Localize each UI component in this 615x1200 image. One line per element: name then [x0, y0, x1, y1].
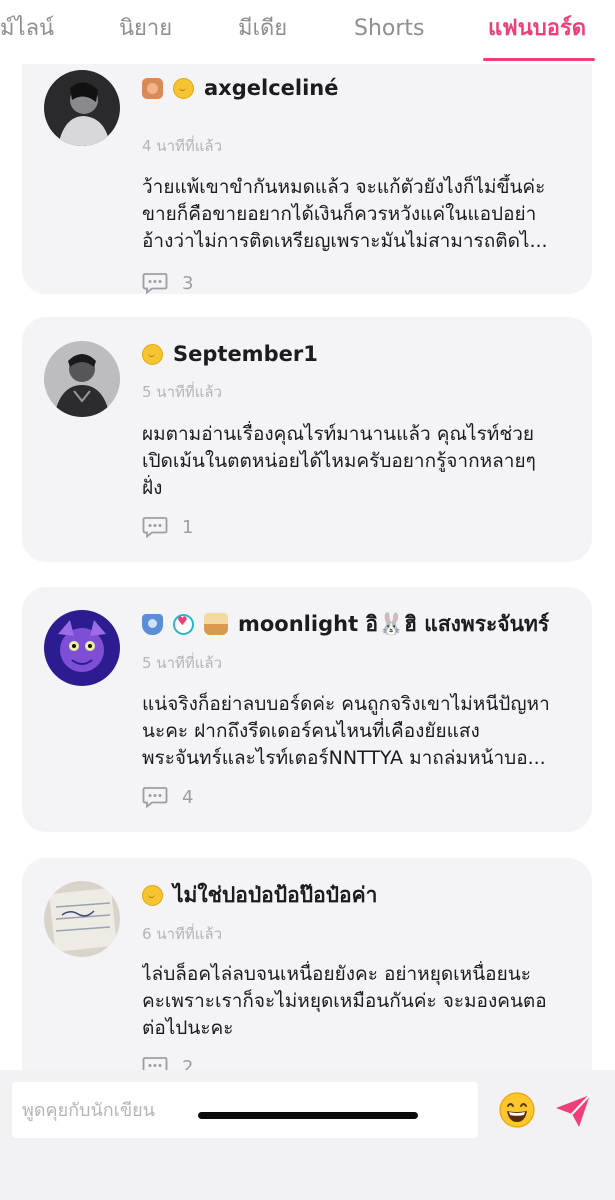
reply-count: 3 [182, 272, 194, 294]
comment-header: axgelceliné [142, 72, 338, 104]
comment-line: ว้ายแพ้เขาขำกันหมดแล้ว จะแก้ตัวยังไงก็ไม… [142, 176, 546, 198]
reply-count: 4 [182, 786, 194, 808]
reply-count: 2 [182, 1056, 194, 1071]
comment-line: อ้างว่าไม่การติดเหรียญเพราะมันไม่สามารถต… [142, 230, 548, 252]
avatar-photo-icon [44, 70, 120, 146]
comment-header: ไม่ใช่ปอป่อป้อป๊อป๋อค่า [142, 879, 377, 911]
username[interactable]: ไม่ใช่ปอป่อป้อป๊อป๋อค่า [173, 879, 377, 912]
reply-button[interactable]: 1 [142, 514, 193, 540]
comment-card[interactable]: ไม่ใช่ปอป่อป้อป๊อป๋อค่า 6 นาทีที่แล้ว ไล… [22, 858, 592, 1070]
timestamp: 5 นาทีที่แล้ว [142, 654, 223, 672]
active-tab-indicator [483, 58, 595, 61]
gold-coin-icon [142, 884, 163, 906]
username[interactable]: moonlight อิ🐰ฮิ แสงพระจันทร์ [238, 608, 549, 641]
home-indicator [198, 1112, 418, 1119]
tab-novels[interactable]: นิยาย [119, 14, 172, 44]
timestamp: 6 นาทีที่แล้ว [142, 925, 223, 943]
tab-bar: ม์ไลน์ นิยาย มีเดีย Shorts แฟนบอร์ด [0, 0, 615, 64]
tab-fanboard[interactable]: แฟนบอร์ด [488, 14, 586, 44]
comment-line: ผมตามอ่านเรื่องคุณไรท์มานานแล้ว คุณไรท์ช… [142, 423, 535, 445]
comment-text[interactable]: ว้ายแพ้เขาขำกันหมดแล้ว จะแก้ตัวยังไงก็ไม… [142, 174, 570, 255]
avatar[interactable] [44, 70, 120, 146]
fanboard-feed[interactable]: axgelceliné 4 นาทีที่แล้ว ว้ายแพ้เขาขำกั… [0, 64, 615, 1070]
grinning-face-icon[interactable] [498, 1091, 536, 1129]
username[interactable]: September1 [173, 342, 318, 366]
avatar[interactable] [44, 881, 120, 957]
comment-card[interactable]: September1 5 นาทีที่แล้ว ผมตามอ่านเรื่อง… [22, 317, 592, 562]
chat-input-bar [0, 1070, 615, 1200]
gold-coin-icon [173, 77, 194, 99]
comment-header: moonlight อิ🐰ฮิ แสงพระจันทร์ [142, 608, 549, 640]
chat-input[interactable] [12, 1082, 478, 1138]
tab-media[interactable]: มีเดีย [238, 14, 287, 44]
comment-header: September1 [142, 338, 318, 370]
comment-bubble-icon [142, 1057, 168, 1070]
comment-line: ฝั่ง [142, 477, 163, 499]
reply-count: 1 [182, 516, 194, 538]
avatar-photo-icon [44, 341, 120, 417]
bronze-medal-icon [142, 77, 163, 99]
timestamp: 4 นาทีที่แล้ว [142, 137, 223, 155]
reply-button[interactable]: 4 [142, 784, 193, 810]
heart-badge-icon [173, 613, 194, 635]
comment-text[interactable]: ไล่บล็อคไล่ลบจนเหนื่อยยังคะ อย่าหยุดเหนื… [142, 961, 570, 1042]
comment-text[interactable]: ผมตามอ่านเรื่องคุณไรท์มานานแล้ว คุณไรท์ช… [142, 421, 570, 502]
comment-card[interactable]: axgelceliné 4 นาทีที่แล้ว ว้ายแพ้เขาขำกั… [22, 64, 592, 294]
comment-line: พระจันทร์และไรท์เตอร์NNTTYA มาถล่มหน้าบอ… [142, 747, 546, 769]
reply-button[interactable]: 3 [142, 270, 193, 296]
comment-bubble-icon [142, 787, 168, 808]
gold-coin-icon [142, 343, 163, 365]
comment-line: นะคะ ฝากถึงรีดเดอร์คนไหนที่เคืองยัยแสง [142, 720, 480, 742]
comment-bubble-icon [142, 273, 168, 294]
avatar-photo-icon [44, 881, 120, 957]
avatar[interactable] [44, 610, 120, 686]
cupcake-badge-icon [204, 613, 228, 635]
shield-badge-icon [142, 613, 163, 635]
comment-card[interactable]: moonlight อิ🐰ฮิ แสงพระจันทร์ 5 นาทีที่แล… [22, 587, 592, 832]
comment-line: แน่จริงก็อย่าลบบอร์ดค่ะ คนถูกจริงเขาไม่ห… [142, 693, 550, 715]
username[interactable]: axgelceliné [204, 76, 338, 100]
comment-text[interactable]: แน่จริงก็อย่าลบบอร์ดค่ะ คนถูกจริงเขาไม่ห… [142, 691, 570, 772]
paper-plane-send-icon[interactable] [553, 1092, 593, 1130]
timestamp: 5 นาทีที่แล้ว [142, 383, 223, 401]
comment-line: ไล่บล็อคไล่ลบจนเหนื่อยยังคะ อย่าหยุดเหนื… [142, 963, 531, 985]
comment-line: ต่อไปนะคะ [142, 1017, 234, 1039]
comment-line: เปิดเม้นในตตหน่อยได้ไหมครับอยากรู้จากหลา… [142, 450, 536, 472]
tab-timeline[interactable]: ม์ไลน์ [0, 14, 54, 44]
comment-line: คะเพราะเราก็จะไม่หยุดเหมือนกันค่ะ จะมองค… [142, 990, 547, 1012]
comment-bubble-icon [142, 517, 168, 538]
avatar-photo-icon [44, 610, 120, 686]
reply-button[interactable]: 2 [142, 1054, 193, 1070]
comment-line: ขายก็คือขายอยากได้เงินก็ควรหวังแค่ในแอปอ… [142, 203, 537, 225]
tab-shorts[interactable]: Shorts [354, 14, 425, 44]
avatar[interactable] [44, 341, 120, 417]
